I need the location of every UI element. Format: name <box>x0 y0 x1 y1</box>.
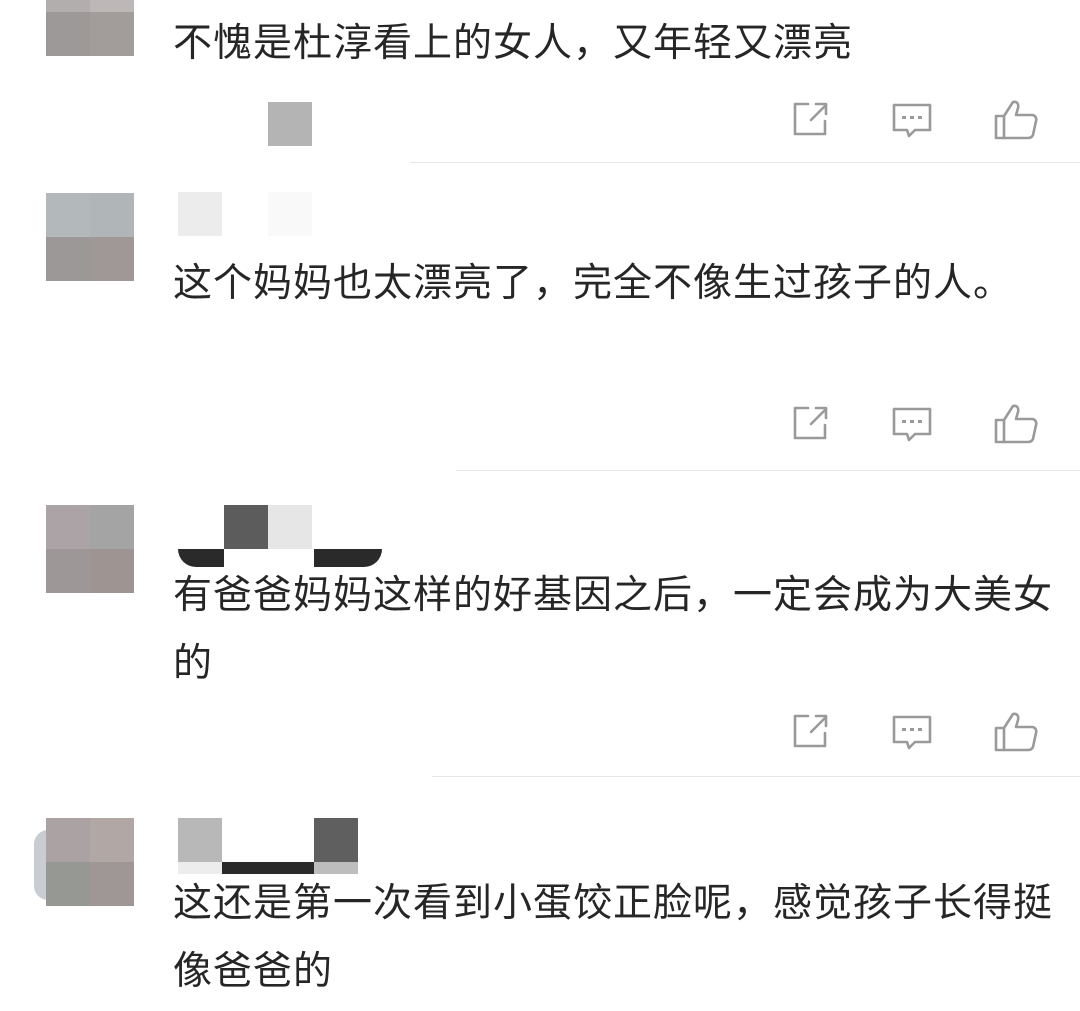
comment-item: 这还是第一次看到小蛋饺正脸呢，感觉孩子长得挺像爸爸的 <box>0 778 1080 1011</box>
username-redacted <box>178 505 388 567</box>
thumbs-up-icon[interactable] <box>992 96 1040 144</box>
comment-item: 不愧是杜淳看上的女人，又年轻又漂亮 <box>0 0 1080 164</box>
thumbs-up-icon[interactable] <box>992 708 1040 756</box>
comment-text: 这还是第一次看到小蛋饺正脸呢，感觉孩子长得挺像爸爸的 <box>173 881 1054 994</box>
divider <box>410 162 1080 163</box>
comment-actions <box>780 96 1060 144</box>
avatar[interactable] <box>46 0 134 56</box>
divider <box>456 470 1080 471</box>
avatar[interactable] <box>46 505 134 593</box>
comment-icon[interactable] <box>888 708 936 756</box>
comment-actions <box>780 400 1060 448</box>
username-redacted <box>178 818 388 874</box>
divider <box>432 776 1080 777</box>
reply-author-redacted <box>178 102 388 148</box>
share-icon[interactable] <box>786 400 834 448</box>
comment-icon[interactable] <box>888 96 936 144</box>
comment-text: 这个妈妈也太漂亮了，完全不像生过孩子的人。 <box>173 261 1014 306</box>
avatar[interactable] <box>46 193 134 281</box>
comment-text: 不愧是杜淳看上的女人，又年轻又漂亮 <box>173 21 854 66</box>
comment-item: 这个妈妈也太漂亮了，完全不像生过孩子的人。 <box>0 164 1080 472</box>
comment-icon[interactable] <box>888 400 936 448</box>
comment-actions <box>780 708 1060 756</box>
thumbs-up-icon[interactable] <box>992 400 1040 448</box>
share-icon[interactable] <box>786 708 834 756</box>
comment-text: 有爸爸妈妈这样的好基因之后，一定会成为大美女的 <box>173 573 1054 686</box>
share-icon[interactable] <box>786 96 834 144</box>
comment-item: 有爸爸妈妈这样的好基因之后，一定会成为大美女的 <box>0 472 1080 778</box>
username-redacted <box>178 192 388 238</box>
avatar[interactable] <box>46 818 134 906</box>
